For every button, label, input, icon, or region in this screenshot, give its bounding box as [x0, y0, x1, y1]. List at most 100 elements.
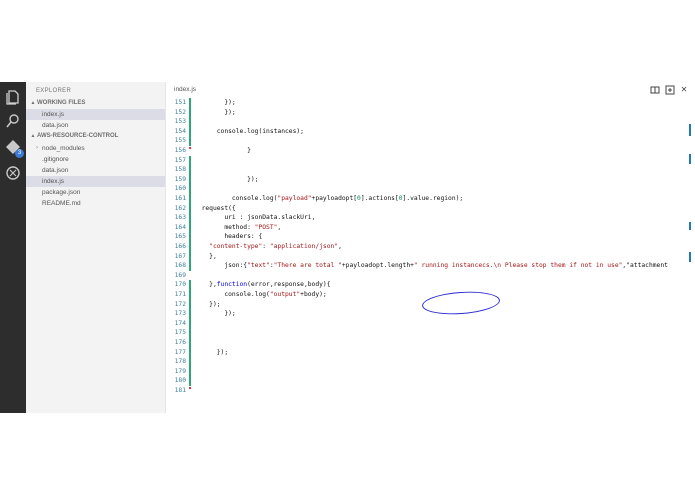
- gutter-change-marker: [189, 261, 191, 271]
- code-line[interactable]: request({: [194, 204, 236, 214]
- line-number: 169: [174, 271, 186, 279]
- line-number: 167: [174, 252, 186, 260]
- line-number: 173: [174, 310, 186, 318]
- code-line[interactable]: });: [194, 309, 235, 319]
- gutter-change-marker: [189, 232, 191, 242]
- line-number: 164: [174, 223, 186, 231]
- line-number: 162: [174, 204, 186, 212]
- annotation-circle: [421, 289, 501, 317]
- code-line[interactable]: console.log("payload"+payloadopt[0].acti…: [194, 194, 463, 204]
- gutter-change-marker: [189, 376, 191, 386]
- gutter-change-marker: [189, 136, 191, 146]
- line-number: 175: [174, 329, 186, 337]
- editor-tab-bar: index.js ✕: [166, 82, 695, 98]
- ruler-marker: [689, 222, 691, 230]
- code-line[interactable]: },: [194, 252, 217, 262]
- line-number: 163: [174, 214, 186, 222]
- code-line[interactable]: method: "POST",: [194, 223, 281, 233]
- code-line[interactable]: });: [194, 175, 258, 185]
- editor-window: 3 EXPLORER ▲ WORKING FILES index.js data.…: [0, 82, 695, 413]
- gutter-change-marker: [189, 299, 191, 310]
- gutter-change-marker: [189, 309, 191, 319]
- line-number: 181: [174, 387, 186, 394]
- file-readme-md[interactable]: README.md: [26, 198, 165, 209]
- code-line[interactable]: console.log(instances);: [194, 127, 304, 137]
- gutter-change-marker: [189, 165, 191, 175]
- line-number: 156: [174, 147, 186, 154]
- gutter-deleted-marker: [189, 147, 191, 149]
- line-number: 166: [174, 243, 186, 250]
- line-number: 154: [174, 127, 186, 135]
- overview-ruler[interactable]: [689, 102, 691, 402]
- gutter-change-marker: [189, 184, 191, 194]
- code-line[interactable]: });: [194, 348, 228, 358]
- gutter-change-marker: [189, 98, 191, 108]
- debug-icon[interactable]: [4, 164, 22, 182]
- collapse-icon: ▲: [30, 133, 36, 139]
- line-number: 151: [174, 99, 186, 106]
- file-gitignore[interactable]: .gitignore: [26, 154, 165, 165]
- gutter-change-marker: [189, 357, 191, 367]
- gutter-deleted-marker: [189, 387, 191, 389]
- close-icon[interactable]: ✕: [679, 85, 689, 95]
- chevron-right-icon: ›: [36, 145, 38, 151]
- file-data-json[interactable]: data.json: [26, 165, 165, 176]
- line-number: 161: [174, 195, 186, 202]
- line-number: 179: [174, 367, 186, 375]
- file-package-json[interactable]: package.json: [26, 187, 165, 198]
- code-line[interactable]: });: [194, 300, 220, 310]
- line-number: 157: [174, 156, 186, 164]
- editor-tab-index-js[interactable]: index.js: [174, 86, 196, 93]
- ruler-marker: [689, 252, 691, 262]
- gutter-change-marker: [189, 194, 191, 204]
- gutter-change-marker: [189, 366, 191, 377]
- line-number: 153: [174, 118, 186, 126]
- gutter-change-marker: [189, 126, 191, 137]
- ruler-marker: [689, 124, 691, 136]
- code-line[interactable]: },function(error,response,body){: [194, 280, 330, 290]
- line-number: 160: [174, 185, 186, 193]
- gutter-change-marker: [189, 155, 191, 166]
- gutter-change-marker: [189, 117, 191, 127]
- line-number: 155: [174, 137, 186, 145]
- split-editor-icon[interactable]: [650, 85, 660, 95]
- line-number: 172: [174, 300, 186, 308]
- line-number: 176: [174, 339, 186, 346]
- explorer-sidebar: EXPLORER ▲ WORKING FILES index.js data.js…: [26, 82, 166, 413]
- ruler-marker: [689, 154, 691, 164]
- files-icon[interactable]: [4, 88, 22, 106]
- gutter-change-marker: [189, 347, 191, 358]
- gutter-change-marker: [189, 242, 191, 252]
- line-number: 170: [174, 281, 186, 289]
- code-editor[interactable]: index.js ✕ 151 }); 152 }); 153 154 console.…: [166, 82, 695, 413]
- working-files-header[interactable]: ▲ WORKING FILES: [26, 98, 165, 109]
- gutter-change-marker: [189, 318, 191, 329]
- code-line[interactable]: "content-type": "application/json",: [194, 242, 342, 252]
- line-number: 159: [174, 175, 186, 183]
- code-line[interactable]: json:{"text":"There are total "+payloado…: [194, 261, 668, 271]
- collapse-icon: ▲: [30, 100, 36, 106]
- gutter-change-marker: [189, 280, 191, 290]
- line-number: 165: [174, 233, 186, 241]
- working-file-index-js[interactable]: index.js: [26, 109, 165, 120]
- gutter-change-marker: [189, 203, 191, 214]
- git-changes-badge: 3: [15, 149, 24, 158]
- gutter-change-marker: [189, 338, 191, 348]
- working-file-data-json[interactable]: data.json: [26, 120, 165, 131]
- code-line[interactable]: headers: {: [194, 232, 262, 242]
- project-header[interactable]: ▲ AWS-RESOURCE-CONTROL: [26, 131, 165, 142]
- gutter-change-marker: [189, 107, 191, 118]
- code-line[interactable]: });: [194, 108, 235, 118]
- open-changes-icon[interactable]: [665, 85, 675, 95]
- code-line[interactable]: console.log("output"+body);: [194, 290, 326, 300]
- line-number: 178: [174, 358, 186, 366]
- git-icon[interactable]: 3: [4, 138, 24, 158]
- file-index-js[interactable]: index.js: [26, 176, 165, 187]
- search-icon[interactable]: [4, 112, 22, 130]
- explorer-title: EXPLORER: [36, 88, 72, 94]
- gutter-change-marker: [189, 213, 191, 223]
- code-line[interactable]: }: [194, 146, 251, 156]
- folder-node-modules[interactable]: › node_modules: [26, 143, 165, 154]
- code-line[interactable]: });: [194, 98, 235, 108]
- code-line[interactable]: uri : jsonData.slackUri,: [194, 213, 315, 223]
